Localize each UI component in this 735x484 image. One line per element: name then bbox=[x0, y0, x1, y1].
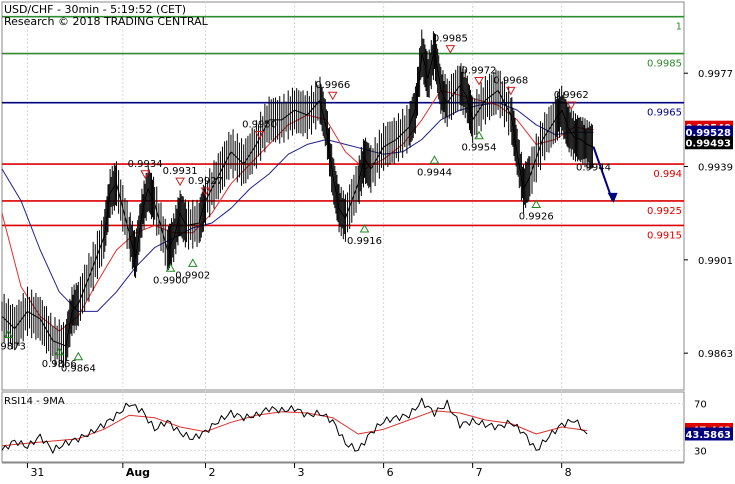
y-tick-label: 0.9939 bbox=[698, 163, 733, 174]
level-label: 0.9915 bbox=[647, 230, 682, 241]
low-annotation-label: 0.9954 bbox=[462, 143, 497, 154]
low-annotation-label: 0.9873 bbox=[0, 342, 26, 353]
x-tick-label: 31 bbox=[30, 466, 44, 479]
chart-window: 1 0.9985 0.9965 0.994 0.9925 0.9915 0.9873 0.9… bbox=[0, 0, 735, 480]
high-annotation-label: 0.9934 bbox=[128, 159, 163, 170]
level-label: 1 bbox=[676, 22, 682, 33]
low-annotation-label: 0.9916 bbox=[347, 236, 382, 247]
y-tick-label: 0.9977 bbox=[698, 69, 733, 80]
y-tick-label: 0.9863 bbox=[698, 349, 733, 360]
y-tick-label: 0.9901 bbox=[698, 256, 733, 267]
level-label: 0.9985 bbox=[647, 59, 682, 70]
low-annotation-label: 0.9864 bbox=[61, 364, 96, 375]
level-label: 0.994 bbox=[653, 169, 682, 180]
header-copyright: Research © 2018 TRADING CENTRAL bbox=[4, 15, 209, 28]
low-annotation-label: 0.9926 bbox=[519, 211, 554, 222]
high-annotation-label: 0.9962 bbox=[554, 90, 589, 101]
price-badge-label: 0.99493 bbox=[685, 139, 731, 150]
high-annotation-label: 0.9927 bbox=[188, 176, 223, 187]
rsi-title: RSI14 - 9MA bbox=[4, 396, 65, 407]
high-annotation-label: 0.9950 bbox=[242, 120, 277, 131]
low-annotation-label: 0.9902 bbox=[175, 270, 210, 281]
chart-svg: 1 0.9985 0.9965 0.994 0.9925 0.9915 0.9873 0.9… bbox=[0, 0, 735, 480]
target-annotation-label: 0.9944 bbox=[576, 162, 611, 173]
high-annotation-label: 0.9985 bbox=[433, 34, 468, 45]
rsi-tick-label: 70 bbox=[694, 400, 707, 411]
high-annotation-label: 0.9972 bbox=[462, 65, 497, 76]
low-annotation-label: 0.9944 bbox=[417, 167, 452, 178]
high-annotation-label: 0.9966 bbox=[315, 80, 350, 91]
x-tick-label: Aug bbox=[126, 466, 150, 479]
x-tick-label: 3 bbox=[298, 466, 305, 479]
level-label: 0.9965 bbox=[647, 108, 682, 119]
x-tick-label: 8 bbox=[565, 466, 572, 479]
x-tick-label: 6 bbox=[387, 466, 394, 479]
x-tick-label: 7 bbox=[476, 466, 483, 479]
rsi-tick-label: 30 bbox=[694, 446, 707, 457]
high-annotation-label: 0.9968 bbox=[493, 75, 528, 86]
rsi-badge-label: 43.5863 bbox=[685, 430, 731, 441]
x-tick-label: 2 bbox=[209, 466, 216, 479]
level-label: 0.9925 bbox=[647, 206, 682, 217]
